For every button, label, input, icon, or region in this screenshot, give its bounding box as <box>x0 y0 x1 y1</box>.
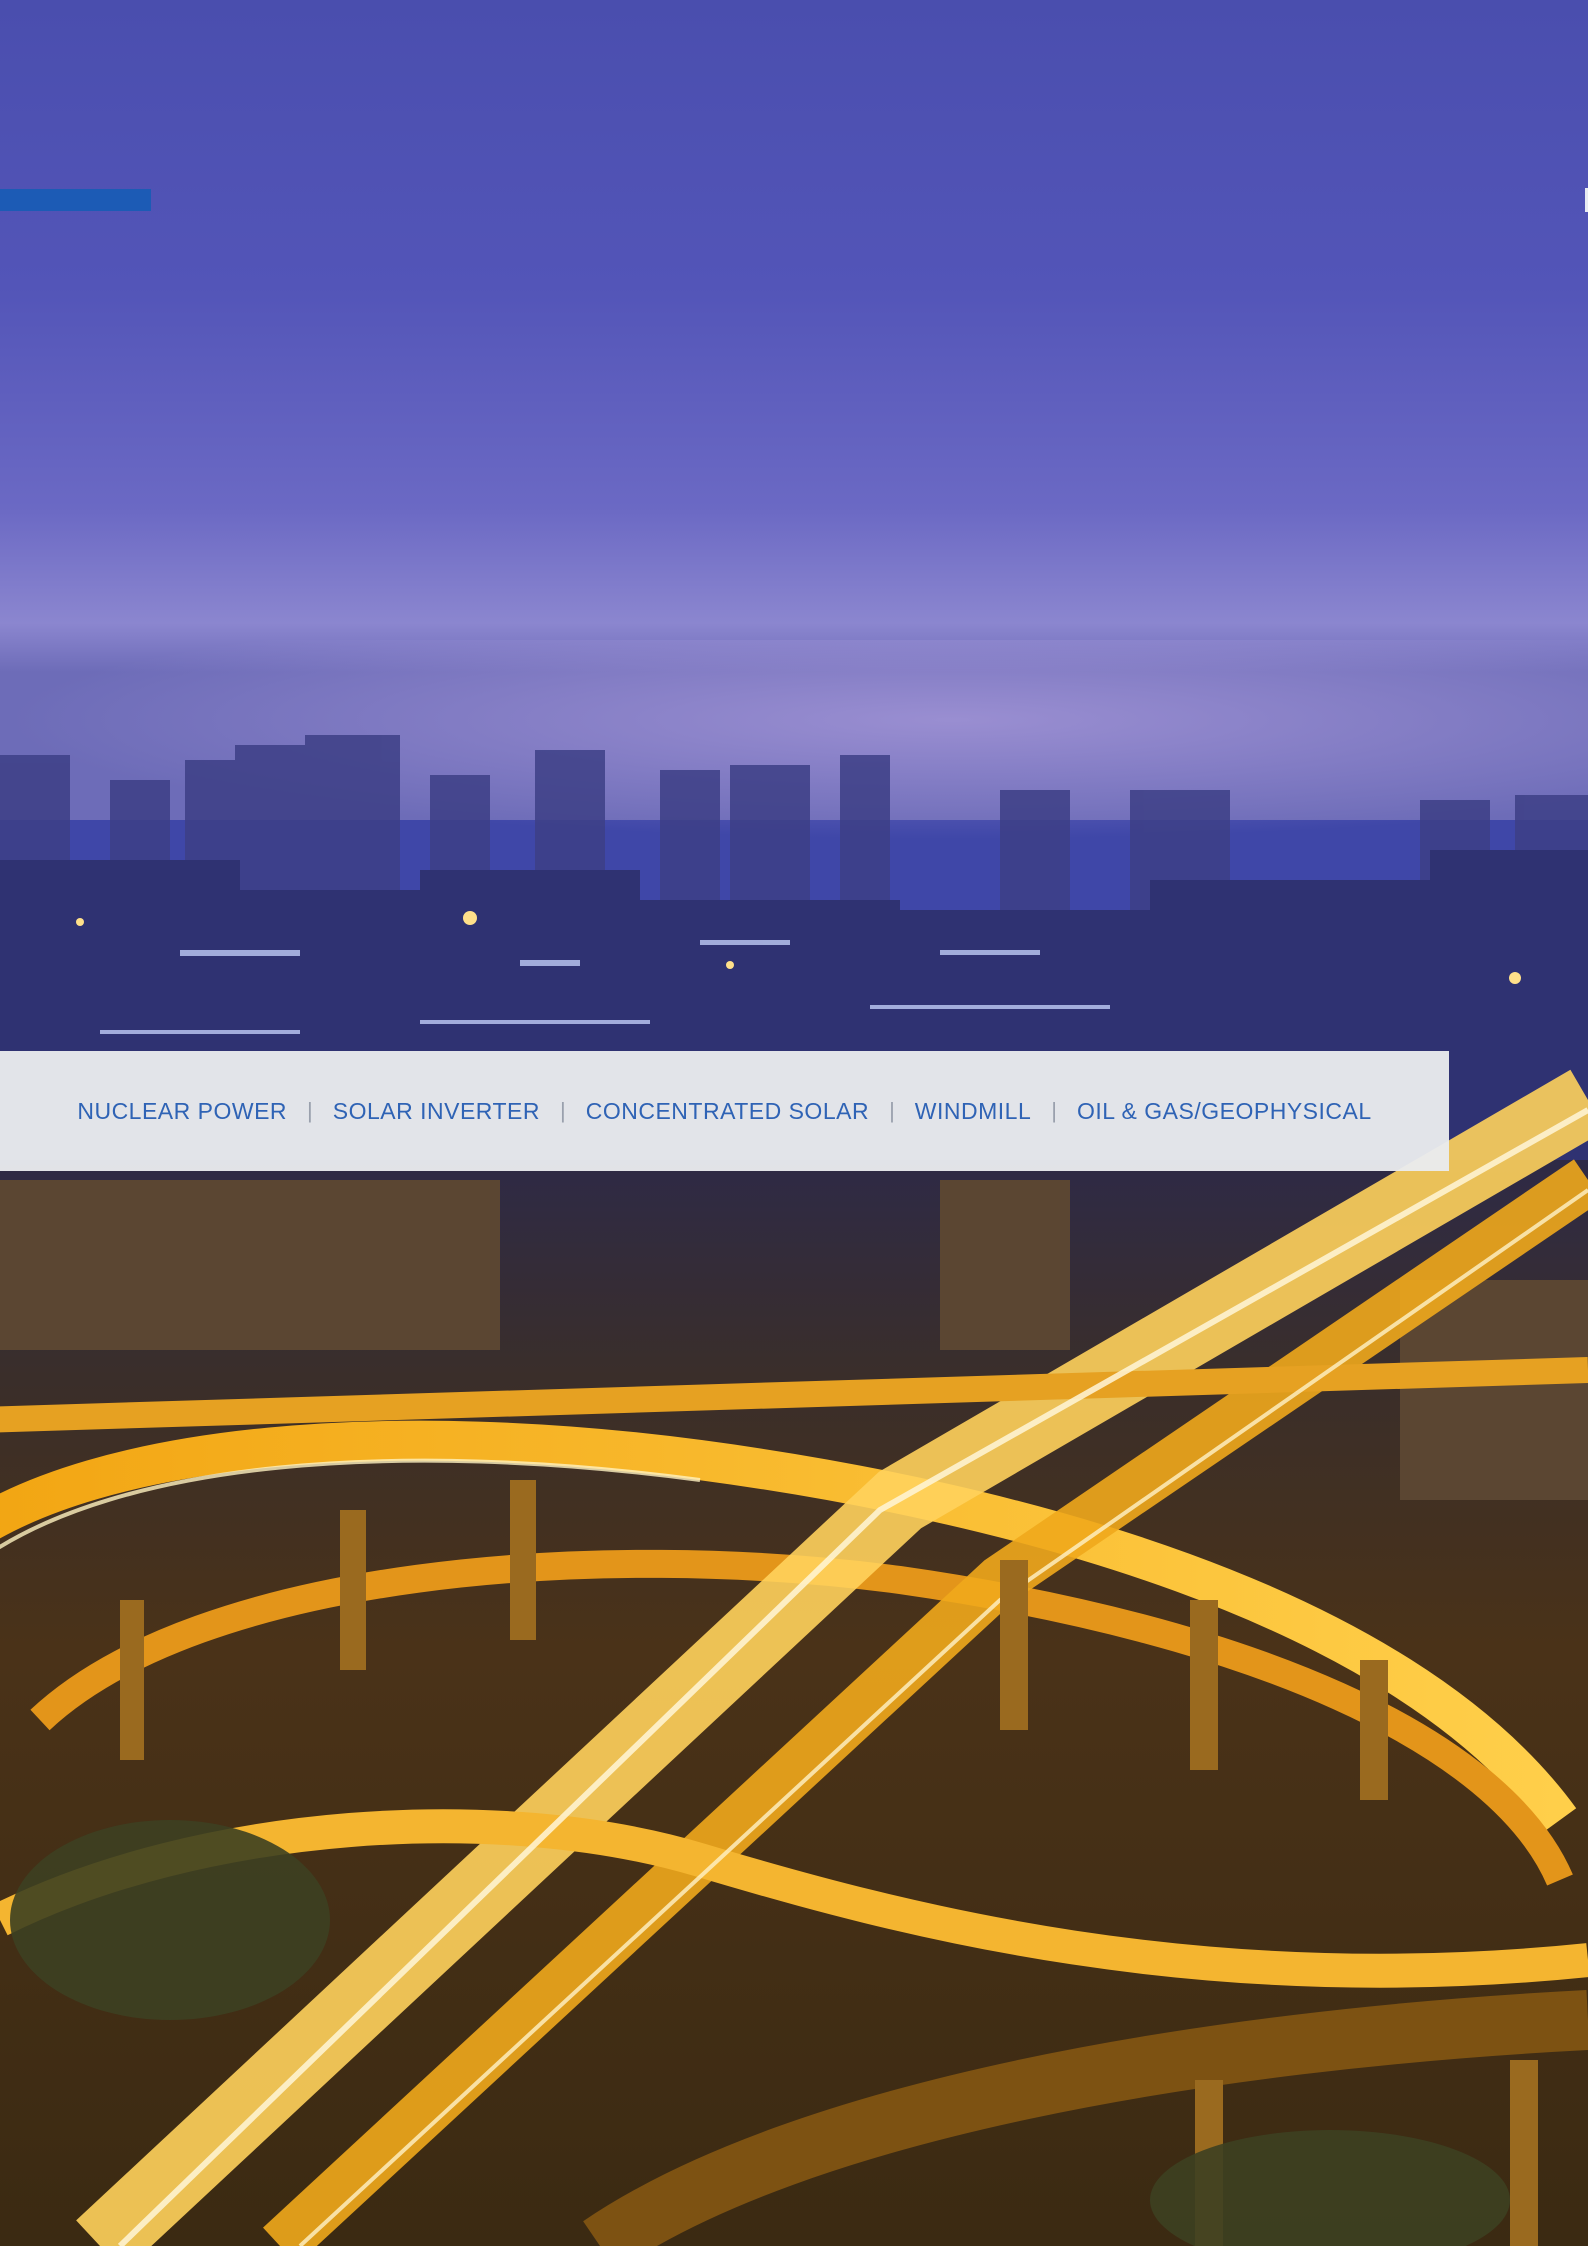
highway-interchange <box>0 1069 1588 2246</box>
category-concentrated-solar[interactable]: CONCENTRATED SOLAR <box>586 1098 869 1125</box>
category-solar-inverter[interactable]: SOLAR INVERTER <box>333 1098 540 1125</box>
category-separator: | <box>1051 1098 1057 1123</box>
category-separator: | <box>889 1098 895 1123</box>
category-separator: | <box>307 1098 313 1123</box>
category-band: NUCLEAR POWER | SOLAR INVERTER | CONCENT… <box>0 1051 1449 1171</box>
accent-bar <box>0 189 151 211</box>
category-nuclear-power[interactable]: NUCLEAR POWER <box>77 1098 287 1125</box>
category-windmill[interactable]: WINDMILL <box>915 1098 1031 1125</box>
category-list: NUCLEAR POWER | SOLAR INVERTER | CONCENT… <box>77 1098 1371 1125</box>
category-separator: | <box>560 1098 566 1123</box>
category-oil-gas-geophysical[interactable]: OIL & GAS/GEOPHYSICAL <box>1077 1098 1372 1125</box>
